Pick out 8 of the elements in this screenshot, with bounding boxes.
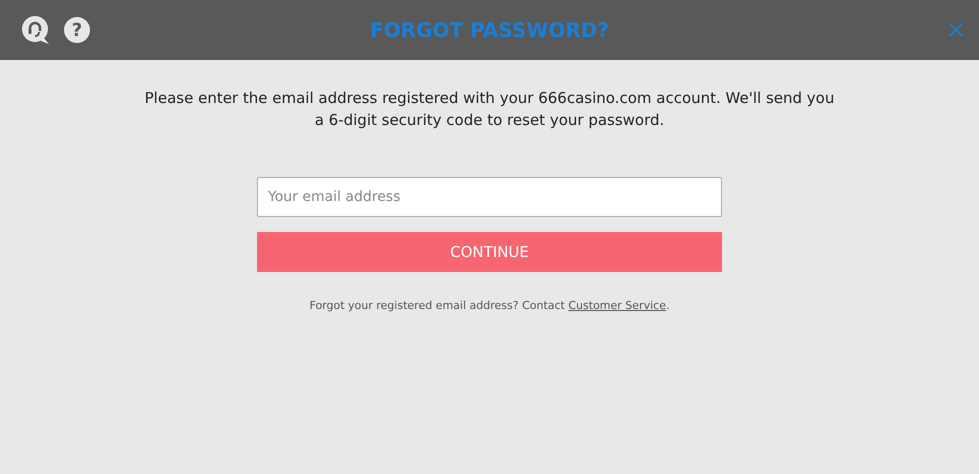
help-icon[interactable]: ? (64, 17, 90, 43)
instructions-text: Please enter the email address registered with your 666casino.com account. We'll send you a 6-digit security code to reset your password. (144, 88, 836, 131)
footer-text: Forgot your registered email address? Contact Customer Service. (310, 298, 670, 314)
email-field[interactable]: Your email address (257, 177, 722, 217)
customer-service-link[interactable]: Customer Service (568, 299, 666, 312)
dialog-title: FORGOT PASSWORD? (370, 17, 609, 44)
continue-button[interactable]: CONTINUE (257, 232, 722, 272)
support-chat-icon[interactable] (22, 16, 50, 44)
